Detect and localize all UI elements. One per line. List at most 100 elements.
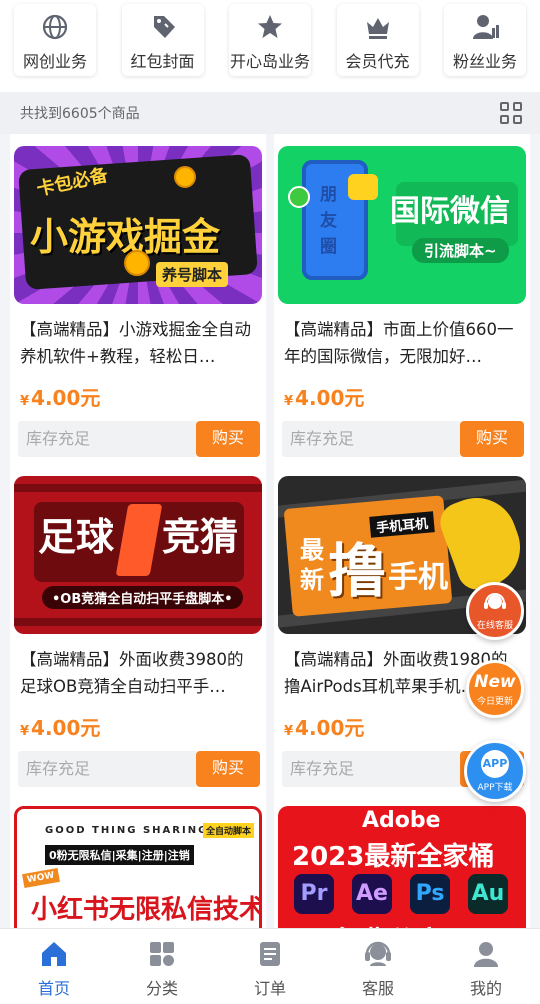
tab-label: 首页	[37, 979, 70, 998]
price-value: 4.00元	[31, 386, 101, 410]
stock-status: 库存充足	[282, 421, 460, 457]
price-value: 4.00元	[31, 716, 101, 740]
app-icon-pr: Pr	[294, 874, 334, 914]
price-value: 4.00元	[295, 716, 365, 740]
thumb-line1: GOOD THING SHARING	[45, 825, 209, 836]
app-badge: APP	[481, 749, 509, 778]
buy-row: 库存充足 购买	[18, 751, 260, 787]
thumb-b: 新	[300, 566, 324, 594]
tab-service[interactable]: 客服	[324, 929, 432, 1004]
headset-icon	[365, 941, 391, 966]
product-thumbnail[interactable]: Adobe 2023最新全家桶 Pr Ae Ps Au 免费分享	[278, 806, 526, 928]
currency-symbol: ¥	[20, 394, 30, 409]
thumb-phone-label: 朋友圈	[320, 185, 337, 257]
buy-row: 库存充足 购买	[282, 421, 524, 457]
thumb-bottom: 免费分享	[332, 920, 444, 928]
star-icon	[258, 15, 282, 38]
thumb-sub: 手机	[388, 560, 448, 595]
tab-home[interactable]: 首页	[0, 929, 108, 1004]
product-card[interactable]: 卡包必备 小游戏掘金 养号脚本 【高端精品】小游戏掘金全自动养机软件+教程，轻松…	[10, 134, 266, 464]
result-count: 共找到6605个商品	[20, 106, 140, 122]
buy-button[interactable]: 购买	[196, 751, 260, 787]
currency-symbol: ¥	[284, 394, 294, 409]
stock-status: 库存充足	[282, 751, 460, 787]
result-bar: 共找到6605个商品	[0, 92, 540, 134]
thumb-left: 足球	[38, 515, 115, 559]
stock-status: 库存充足	[18, 751, 196, 787]
product-title: 【高端精品】小游戏掘金全自动养机软件+教程，轻松日…	[20, 320, 251, 366]
thumb-wow: WOW	[22, 868, 60, 888]
category-kaixindao[interactable]: 开心岛业务	[229, 4, 311, 76]
online-service-label: 在线客服	[476, 620, 513, 631]
category-label: 开心岛业务	[229, 52, 310, 71]
product-title: 【高端精品】市面上价值660一年的国际微信，无限加好…	[284, 320, 514, 366]
tab-orders[interactable]: 订单	[216, 929, 324, 1004]
thumb-sub: •OB竞猜全自动扫平手盘脚本•	[42, 586, 243, 609]
tab-label: 分类	[145, 979, 178, 998]
product-card[interactable]: Adobe 2023最新全家桶 Pr Ae Ps Au 免费分享	[274, 794, 530, 928]
grid-view-icon[interactable]	[500, 102, 522, 124]
thumb-line2: 2023最新全家桶	[292, 842, 495, 872]
today-update-label: 今日更新	[476, 696, 513, 707]
tab-label: 客服	[361, 979, 394, 998]
category-icon	[150, 942, 174, 966]
thumb-right: 竞猜	[162, 515, 239, 559]
thumb-main: 小游戏掘金	[30, 215, 221, 259]
category-label: 粉丝业务	[452, 52, 517, 71]
product-thumbnail[interactable]: 足球 竞猜 •OB竞猜全自动扫平手盘脚本•	[14, 476, 262, 634]
buy-row: 库存充足 购买	[18, 421, 260, 457]
crown-icon	[366, 18, 389, 39]
new-badge: New	[474, 671, 516, 692]
home-icon	[42, 942, 66, 966]
bottom-tab-bar: 首页 分类 订单 客服 我的	[0, 928, 540, 1004]
product-thumbnail[interactable]: 朋友圈 国际微信 引流脚本~	[278, 146, 526, 304]
thumb-main: 国际微信	[390, 194, 510, 229]
app-icon-ae: Ae	[352, 874, 392, 914]
thumb-line2: 0粉无限私信|采集|注册|注销	[45, 845, 194, 865]
page: 网创业务 红包封面 开心岛业务 会员代充 粉丝业务 共找到6605个商品 卡包必…	[0, 0, 540, 1004]
app-icon-ps: Ps	[410, 874, 450, 914]
category-label: 会员代充	[345, 52, 410, 71]
user-icon	[473, 15, 499, 39]
currency-symbol: ¥	[20, 724, 30, 739]
product-card[interactable]: 朋友圈 国际微信 引流脚本~ 【高端精品】市面上价值660一年的国际微信，无限加…	[274, 134, 530, 464]
online-service-button[interactable]: 在线客服	[466, 582, 524, 640]
app-download-button[interactable]: APP APP下载	[464, 740, 526, 802]
globe-icon	[42, 14, 68, 40]
service-agent-icon	[484, 592, 506, 609]
order-icon	[260, 942, 280, 966]
app-icon-au: Au	[468, 874, 508, 914]
price-value: 4.00元	[295, 386, 365, 410]
tab-profile[interactable]: 我的	[432, 929, 540, 1004]
product-title: 【高端精品】外面收费3980的足球OB竞猜全自动扫平手…	[20, 650, 244, 696]
buy-button[interactable]: 购买	[460, 421, 524, 457]
tag-icon	[153, 16, 175, 38]
buy-button[interactable]: 购买	[196, 421, 260, 457]
category-hongbao[interactable]: 红包封面	[121, 4, 204, 76]
tab-label: 订单	[253, 979, 286, 998]
category-huiyuan[interactable]: 会员代充	[336, 4, 419, 76]
product-grid: 卡包必备 小游戏掘金 养号脚本 【高端精品】小游戏掘金全自动养机软件+教程，轻松…	[0, 134, 540, 928]
today-update-button[interactable]: New 今日更新	[466, 660, 524, 718]
category-wangchuang[interactable]: 网创业务	[14, 4, 96, 76]
stock-status: 库存充足	[18, 421, 196, 457]
product-card[interactable]: GOOD THING SHARING 全自动脚本 0粉无限私信|采集|注册|注销…	[10, 794, 266, 928]
category-fensi[interactable]: 粉丝业务	[444, 4, 526, 76]
product-price: ¥4.00元	[284, 382, 530, 411]
profile-icon	[474, 942, 498, 967]
product-price: ¥4.00元	[20, 712, 266, 741]
product-thumbnail[interactable]: GOOD THING SHARING 全自动脚本 0粉无限私信|采集|注册|注销…	[14, 806, 262, 928]
app-download-label: APP下载	[477, 782, 513, 793]
product-card[interactable]: 足球 竞猜 •OB竞猜全自动扫平手盘脚本• 【高端精品】外面收费3980的足球O…	[10, 464, 266, 794]
product-thumbnail[interactable]: 卡包必备 小游戏掘金 养号脚本	[14, 146, 262, 304]
tab-category[interactable]: 分类	[108, 929, 216, 1004]
category-label: 网创业务	[22, 52, 87, 71]
tab-label: 我的	[469, 979, 502, 998]
thumb-main: 小红书无限私信技术	[31, 895, 262, 925]
category-bar: 网创业务 红包封面 开心岛业务 会员代充 粉丝业务	[0, 0, 540, 92]
category-label: 红包封面	[130, 52, 195, 71]
thumb-badge: 全自动脚本	[203, 823, 255, 838]
thumb-line1: Adobe	[362, 808, 441, 833]
thumb-sub: 养号脚本	[156, 262, 229, 287]
thumb-sub: 引流脚本~	[412, 238, 509, 263]
